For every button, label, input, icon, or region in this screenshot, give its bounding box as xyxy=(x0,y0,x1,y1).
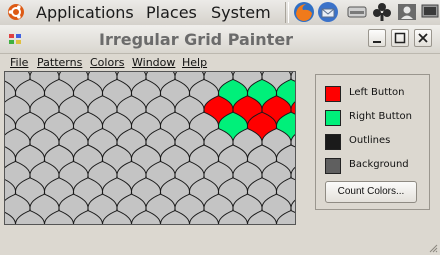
app-window: Irregular Grid Painter File Patterns Col… xyxy=(0,25,440,255)
card-game-icon[interactable] xyxy=(371,1,393,23)
palette-label: Outlines xyxy=(349,135,391,146)
palette-item-background[interactable]: Background xyxy=(325,158,425,174)
thunderbird-icon[interactable] xyxy=(317,1,339,23)
palette-item-outlines[interactable]: Outlines xyxy=(325,134,425,150)
palette-item-left-button[interactable]: Left Button xyxy=(325,86,425,102)
places-menu[interactable]: Places xyxy=(146,3,197,22)
left-button-swatch[interactable] xyxy=(325,86,341,102)
firefox-icon[interactable] xyxy=(293,1,315,23)
count-colors-button[interactable]: Count Colors... xyxy=(325,181,417,203)
color-palette: Left Button Right Button Outlines Backgr… xyxy=(315,74,430,210)
ubuntu-logo-icon[interactable] xyxy=(7,3,25,21)
menu-window[interactable]: Window xyxy=(132,56,175,69)
menu-colors[interactable]: Colors xyxy=(90,56,124,69)
menu-file[interactable]: File xyxy=(10,56,28,69)
grid-canvas[interactable] xyxy=(4,71,296,225)
resize-grip-icon[interactable] xyxy=(428,243,438,253)
scale-grid[interactable] xyxy=(5,72,295,224)
minimize-button[interactable] xyxy=(368,29,386,47)
menu-patterns[interactable]: Patterns xyxy=(37,56,82,69)
app-icon xyxy=(9,34,21,44)
menu-bar: File Patterns Colors Window Help xyxy=(0,54,440,70)
panel-separator xyxy=(285,2,289,23)
background-swatch[interactable] xyxy=(325,158,341,174)
applications-menu[interactable]: Applications xyxy=(36,3,134,22)
status-bar xyxy=(0,229,440,255)
window-title: Irregular Grid Painter xyxy=(99,30,294,49)
close-button[interactable] xyxy=(414,29,432,47)
top-panel: Applications Places System xyxy=(0,0,440,26)
close-icon xyxy=(418,33,428,43)
user-icon[interactable] xyxy=(396,1,418,23)
right-button-swatch[interactable] xyxy=(325,110,341,126)
palette-item-right-button[interactable]: Right Button xyxy=(325,110,425,126)
maximize-icon xyxy=(394,32,406,44)
palette-label: Background xyxy=(349,159,409,170)
palette-label: Right Button xyxy=(349,111,413,122)
system-menu[interactable]: System xyxy=(211,3,271,22)
palette-label: Left Button xyxy=(349,87,405,98)
window-titlebar[interactable]: Irregular Grid Painter xyxy=(0,25,440,54)
maximize-button[interactable] xyxy=(391,29,409,47)
network-icon[interactable] xyxy=(420,1,440,23)
minimize-icon xyxy=(373,41,381,43)
menu-help[interactable]: Help xyxy=(182,56,207,69)
hard-disk-icon[interactable] xyxy=(346,1,368,23)
outlines-swatch[interactable] xyxy=(325,134,341,150)
